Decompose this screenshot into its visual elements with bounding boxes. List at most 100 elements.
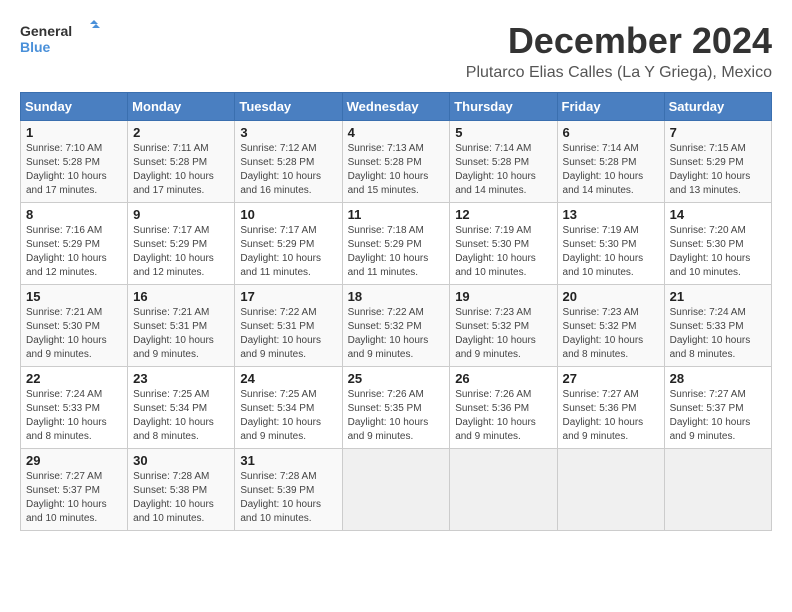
day-info: Sunrise: 7:25 AM Sunset: 5:34 PM Dayligh… bbox=[133, 388, 229, 444]
day-info: Sunrise: 7:26 AM Sunset: 5:36 PM Dayligh… bbox=[455, 388, 551, 444]
day-number: 19 bbox=[455, 289, 551, 304]
day-info: Sunrise: 7:17 AM Sunset: 5:29 PM Dayligh… bbox=[240, 224, 336, 280]
calendar-cell: 8 Sunrise: 7:16 AM Sunset: 5:29 PM Dayli… bbox=[21, 203, 128, 285]
day-info: Sunrise: 7:25 AM Sunset: 5:34 PM Dayligh… bbox=[240, 388, 336, 444]
day-number: 24 bbox=[240, 371, 336, 386]
day-info: Sunrise: 7:23 AM Sunset: 5:32 PM Dayligh… bbox=[563, 306, 659, 362]
calendar-week-1: 1 Sunrise: 7:10 AM Sunset: 5:28 PM Dayli… bbox=[21, 121, 772, 203]
page-header: General Blue December 2024 Plutarco Elia… bbox=[20, 20, 772, 82]
calendar-cell: 25 Sunrise: 7:26 AM Sunset: 5:35 PM Dayl… bbox=[342, 367, 450, 449]
calendar-cell: 3 Sunrise: 7:12 AM Sunset: 5:28 PM Dayli… bbox=[235, 121, 342, 203]
day-info: Sunrise: 7:24 AM Sunset: 5:33 PM Dayligh… bbox=[670, 306, 766, 362]
day-info: Sunrise: 7:21 AM Sunset: 5:30 PM Dayligh… bbox=[26, 306, 122, 362]
calendar-week-3: 15 Sunrise: 7:21 AM Sunset: 5:30 PM Dayl… bbox=[21, 285, 772, 367]
day-number: 25 bbox=[348, 371, 445, 386]
day-number: 11 bbox=[348, 207, 445, 222]
calendar-week-5: 29 Sunrise: 7:27 AM Sunset: 5:37 PM Dayl… bbox=[21, 449, 772, 531]
weekday-header-saturday: Saturday bbox=[664, 93, 771, 121]
location-subtitle: Plutarco Elias Calles (La Y Griega), Mex… bbox=[466, 64, 772, 82]
day-number: 17 bbox=[240, 289, 336, 304]
day-number: 5 bbox=[455, 125, 551, 140]
calendar-cell: 15 Sunrise: 7:21 AM Sunset: 5:30 PM Dayl… bbox=[21, 285, 128, 367]
day-number: 15 bbox=[26, 289, 122, 304]
day-info: Sunrise: 7:24 AM Sunset: 5:33 PM Dayligh… bbox=[26, 388, 122, 444]
weekday-header-friday: Friday bbox=[557, 93, 664, 121]
day-info: Sunrise: 7:21 AM Sunset: 5:31 PM Dayligh… bbox=[133, 306, 229, 362]
day-info: Sunrise: 7:19 AM Sunset: 5:30 PM Dayligh… bbox=[455, 224, 551, 280]
day-number: 3 bbox=[240, 125, 336, 140]
day-number: 2 bbox=[133, 125, 229, 140]
calendar-week-2: 8 Sunrise: 7:16 AM Sunset: 5:29 PM Dayli… bbox=[21, 203, 772, 285]
day-info: Sunrise: 7:28 AM Sunset: 5:39 PM Dayligh… bbox=[240, 470, 336, 526]
calendar-cell: 17 Sunrise: 7:22 AM Sunset: 5:31 PM Dayl… bbox=[235, 285, 342, 367]
day-number: 13 bbox=[563, 207, 659, 222]
calendar-table: SundayMondayTuesdayWednesdayThursdayFrid… bbox=[20, 92, 772, 531]
title-section: December 2024 Plutarco Elias Calles (La … bbox=[466, 20, 772, 82]
day-info: Sunrise: 7:17 AM Sunset: 5:29 PM Dayligh… bbox=[133, 224, 229, 280]
day-number: 12 bbox=[455, 207, 551, 222]
logo-svg: General Blue bbox=[20, 20, 100, 60]
calendar-cell: 10 Sunrise: 7:17 AM Sunset: 5:29 PM Dayl… bbox=[235, 203, 342, 285]
calendar-cell: 6 Sunrise: 7:14 AM Sunset: 5:28 PM Dayli… bbox=[557, 121, 664, 203]
day-info: Sunrise: 7:13 AM Sunset: 5:28 PM Dayligh… bbox=[348, 142, 445, 198]
day-info: Sunrise: 7:27 AM Sunset: 5:37 PM Dayligh… bbox=[670, 388, 766, 444]
day-info: Sunrise: 7:12 AM Sunset: 5:28 PM Dayligh… bbox=[240, 142, 336, 198]
calendar-cell: 4 Sunrise: 7:13 AM Sunset: 5:28 PM Dayli… bbox=[342, 121, 450, 203]
svg-text:Blue: Blue bbox=[20, 39, 51, 55]
calendar-cell: 27 Sunrise: 7:27 AM Sunset: 5:36 PM Dayl… bbox=[557, 367, 664, 449]
day-info: Sunrise: 7:16 AM Sunset: 5:29 PM Dayligh… bbox=[26, 224, 122, 280]
calendar-cell: 26 Sunrise: 7:26 AM Sunset: 5:36 PM Dayl… bbox=[450, 367, 557, 449]
calendar-cell: 18 Sunrise: 7:22 AM Sunset: 5:32 PM Dayl… bbox=[342, 285, 450, 367]
day-number: 26 bbox=[455, 371, 551, 386]
calendar-cell bbox=[342, 449, 450, 531]
weekday-header-monday: Monday bbox=[128, 93, 235, 121]
day-info: Sunrise: 7:11 AM Sunset: 5:28 PM Dayligh… bbox=[133, 142, 229, 198]
day-number: 28 bbox=[670, 371, 766, 386]
calendar-cell: 23 Sunrise: 7:25 AM Sunset: 5:34 PM Dayl… bbox=[128, 367, 235, 449]
day-number: 18 bbox=[348, 289, 445, 304]
calendar-cell: 24 Sunrise: 7:25 AM Sunset: 5:34 PM Dayl… bbox=[235, 367, 342, 449]
calendar-cell: 21 Sunrise: 7:24 AM Sunset: 5:33 PM Dayl… bbox=[664, 285, 771, 367]
calendar-cell: 28 Sunrise: 7:27 AM Sunset: 5:37 PM Dayl… bbox=[664, 367, 771, 449]
calendar-cell: 19 Sunrise: 7:23 AM Sunset: 5:32 PM Dayl… bbox=[450, 285, 557, 367]
day-number: 30 bbox=[133, 453, 229, 468]
day-info: Sunrise: 7:26 AM Sunset: 5:35 PM Dayligh… bbox=[348, 388, 445, 444]
day-number: 29 bbox=[26, 453, 122, 468]
svg-text:General: General bbox=[20, 23, 72, 39]
calendar-cell: 1 Sunrise: 7:10 AM Sunset: 5:28 PM Dayli… bbox=[21, 121, 128, 203]
day-number: 14 bbox=[670, 207, 766, 222]
calendar-cell: 12 Sunrise: 7:19 AM Sunset: 5:30 PM Dayl… bbox=[450, 203, 557, 285]
calendar-cell: 9 Sunrise: 7:17 AM Sunset: 5:29 PM Dayli… bbox=[128, 203, 235, 285]
calendar-cell: 16 Sunrise: 7:21 AM Sunset: 5:31 PM Dayl… bbox=[128, 285, 235, 367]
weekday-header-row: SundayMondayTuesdayWednesdayThursdayFrid… bbox=[21, 93, 772, 121]
day-info: Sunrise: 7:23 AM Sunset: 5:32 PM Dayligh… bbox=[455, 306, 551, 362]
calendar-cell: 13 Sunrise: 7:19 AM Sunset: 5:30 PM Dayl… bbox=[557, 203, 664, 285]
calendar-cell: 29 Sunrise: 7:27 AM Sunset: 5:37 PM Dayl… bbox=[21, 449, 128, 531]
day-info: Sunrise: 7:19 AM Sunset: 5:30 PM Dayligh… bbox=[563, 224, 659, 280]
calendar-cell: 22 Sunrise: 7:24 AM Sunset: 5:33 PM Dayl… bbox=[21, 367, 128, 449]
day-number: 8 bbox=[26, 207, 122, 222]
weekday-header-wednesday: Wednesday bbox=[342, 93, 450, 121]
day-info: Sunrise: 7:27 AM Sunset: 5:36 PM Dayligh… bbox=[563, 388, 659, 444]
calendar-cell: 7 Sunrise: 7:15 AM Sunset: 5:29 PM Dayli… bbox=[664, 121, 771, 203]
day-info: Sunrise: 7:18 AM Sunset: 5:29 PM Dayligh… bbox=[348, 224, 445, 280]
day-info: Sunrise: 7:14 AM Sunset: 5:28 PM Dayligh… bbox=[563, 142, 659, 198]
day-number: 16 bbox=[133, 289, 229, 304]
calendar-cell: 5 Sunrise: 7:14 AM Sunset: 5:28 PM Dayli… bbox=[450, 121, 557, 203]
day-number: 21 bbox=[670, 289, 766, 304]
day-info: Sunrise: 7:27 AM Sunset: 5:37 PM Dayligh… bbox=[26, 470, 122, 526]
day-info: Sunrise: 7:28 AM Sunset: 5:38 PM Dayligh… bbox=[133, 470, 229, 526]
calendar-cell bbox=[450, 449, 557, 531]
day-info: Sunrise: 7:10 AM Sunset: 5:28 PM Dayligh… bbox=[26, 142, 122, 198]
day-info: Sunrise: 7:14 AM Sunset: 5:28 PM Dayligh… bbox=[455, 142, 551, 198]
day-number: 27 bbox=[563, 371, 659, 386]
day-number: 1 bbox=[26, 125, 122, 140]
day-number: 22 bbox=[26, 371, 122, 386]
weekday-header-sunday: Sunday bbox=[21, 93, 128, 121]
logo: General Blue bbox=[20, 20, 100, 60]
month-year-title: December 2024 bbox=[466, 20, 772, 62]
calendar-cell: 20 Sunrise: 7:23 AM Sunset: 5:32 PM Dayl… bbox=[557, 285, 664, 367]
calendar-cell: 11 Sunrise: 7:18 AM Sunset: 5:29 PM Dayl… bbox=[342, 203, 450, 285]
calendar-cell bbox=[664, 449, 771, 531]
day-number: 9 bbox=[133, 207, 229, 222]
